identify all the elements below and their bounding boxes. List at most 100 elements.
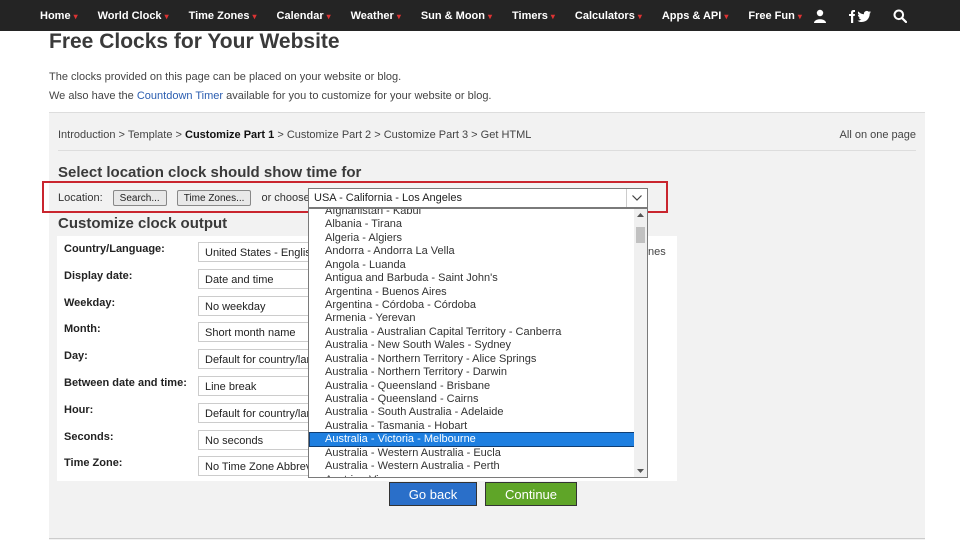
dropdown-option[interactable]: Australia - Tasmania - Hobart — [309, 420, 635, 433]
divider — [58, 150, 916, 151]
dropdown-option[interactable]: Australia - New South Wales - Sydney — [309, 339, 635, 352]
dropdown-option[interactable]: Australia - Queensland - Brisbane — [309, 380, 635, 393]
dropdown-option[interactable]: Australia - Northern Territory - Darwin — [309, 366, 635, 379]
location-heading: Select location clock should show time f… — [58, 164, 362, 181]
breadcrumb-item: Customize Part 1 — [185, 129, 275, 141]
field-select[interactable]: Date and time — [198, 268, 310, 289]
nav-item-label: Calculators — [574, 9, 635, 22]
scroll-thumb[interactable] — [636, 227, 645, 243]
dropdown-option[interactable]: Albania - Tirana — [309, 218, 635, 231]
caret-down-icon: ▾ — [326, 11, 331, 21]
nav-item-timers[interactable]: Timers ▾ — [512, 10, 555, 22]
intro-pre: We also have the — [49, 90, 137, 102]
caret-down-icon: ▾ — [164, 11, 169, 21]
nav-item-home[interactable]: Home ▾ — [40, 10, 78, 22]
nav-item-time-zones[interactable]: Time Zones ▾ — [189, 10, 257, 22]
field-label: Day: — [64, 350, 88, 363]
facebook-twitter-icon[interactable] — [840, 0, 880, 31]
nav-item-world-clock[interactable]: World Clock ▾ — [98, 10, 169, 22]
countdown-timer-link[interactable]: Countdown Timer — [137, 90, 223, 102]
nav-item-free-fun[interactable]: Free Fun ▾ — [748, 10, 801, 22]
field-label: Hour: — [64, 403, 94, 416]
field-label: Month: — [64, 323, 101, 336]
caret-down-icon: ▾ — [396, 11, 401, 21]
breadcrumb-separator: > — [274, 129, 287, 141]
breadcrumb-separator: > — [371, 129, 384, 141]
scroll-up-arrow-icon[interactable] — [634, 209, 647, 221]
nav-item-label: Apps & API — [661, 9, 722, 22]
nav-item-label: Sun & Moon — [420, 9, 485, 22]
nav-item-calculators[interactable]: Calculators ▾ — [575, 10, 642, 22]
intro-text-2: We also have the Countdown Timer availab… — [49, 90, 492, 102]
continue-button[interactable]: Continue — [485, 482, 577, 506]
field-select[interactable]: Default for country/language — [198, 402, 310, 423]
dropdown-option[interactable]: Australia - Northern Territory - Alice S… — [309, 353, 635, 366]
search-icon[interactable] — [880, 0, 920, 31]
nav-item-sun-moon[interactable]: Sun & Moon ▾ — [421, 10, 492, 22]
nav-item-label: Calendar — [276, 9, 324, 22]
breadcrumb-item[interactable]: Customize Part 2 — [287, 129, 371, 141]
dropdown-option[interactable]: Armenia - Yerevan — [309, 312, 635, 325]
dropdown-option[interactable]: Australia - Australian Capital Territory… — [309, 326, 635, 339]
dropdown-option[interactable]: Afghanistan - Kabul — [309, 209, 635, 218]
nav-item-label: World Clock — [97, 9, 162, 22]
field-select[interactable]: No Time Zone Abbreviation — [198, 456, 310, 477]
divider-bottom — [49, 538, 925, 539]
dropdown-option[interactable]: Austria - Vienna — [309, 474, 635, 477]
breadcrumb-item[interactable]: Introduction — [58, 129, 115, 141]
nav-item-label: Free Fun — [748, 9, 795, 22]
location-dropdown-list[interactable]: Afghanistan - Kabul Albania - Tirana Alger… — [308, 208, 648, 478]
field-select[interactable]: Short month name — [198, 322, 310, 343]
breadcrumb-separator: > — [172, 129, 186, 141]
intro-text: The clocks provided on this page can be … — [49, 71, 402, 83]
field-label: Display date: — [64, 269, 133, 282]
nav-item-weather[interactable]: Weather ▾ — [351, 10, 401, 22]
dropdown-option[interactable]: Australia - South Australia - Adelaide — [309, 406, 635, 419]
nav-item-apps-api[interactable]: Apps & API ▾ — [662, 10, 729, 22]
breadcrumb-separator: > — [468, 129, 481, 141]
scrollbar[interactable] — [634, 209, 647, 477]
nav-item-label: Timers — [512, 9, 548, 22]
dropdown-option[interactable]: Australia - Western Australia - Perth — [309, 460, 635, 473]
breadcrumb-item[interactable]: Get HTML — [481, 129, 532, 141]
field-select[interactable]: No weekday — [198, 295, 310, 316]
customize-heading: Customize clock output — [58, 215, 228, 232]
field-select[interactable]: Line break — [198, 376, 310, 396]
nav-item-label: Time Zones — [188, 9, 250, 22]
all-on-one-page-link[interactable]: All on one page — [840, 129, 916, 141]
nav-item-label: Home — [40, 9, 71, 22]
caret-down-icon: ▾ — [73, 11, 78, 21]
go-back-button[interactable]: Go back — [389, 482, 477, 506]
field-label: Country/Language: — [64, 243, 165, 255]
field-label: Weekday: — [64, 296, 116, 309]
nav-menu: Home ▾ World Clock ▾ Time Zones ▾ Calendar ▾ Wea… — [40, 0, 822, 31]
top-nav: Home ▾ World Clock ▾ Time Zones ▾ Calendar ▾ Wea… — [0, 0, 960, 31]
dropdown-option[interactable]: Australia - Queensland - Cairns — [309, 393, 635, 406]
page-title: Free Clocks for Your Website — [49, 30, 340, 53]
field-label: Between date and time: — [64, 377, 187, 389]
field-select[interactable]: United States - English — [198, 242, 310, 262]
dropdown-option[interactable]: Andorra - Andorra La Vella — [309, 245, 635, 258]
scroll-down-arrow-icon[interactable] — [634, 465, 647, 477]
dropdown-option[interactable]: Australia - Victoria - Melbourne — [309, 432, 635, 448]
caret-down-icon: ▾ — [550, 11, 555, 21]
breadcrumb-separator: > — [115, 129, 128, 141]
field-select[interactable]: Default for country/language — [198, 349, 310, 370]
field-label: Seconds: — [64, 430, 114, 443]
caret-down-icon: ▾ — [488, 11, 493, 21]
intro-post: available for you to customize for your … — [223, 90, 492, 102]
dropdown-option[interactable]: Algeria - Algiers — [309, 232, 635, 245]
breadcrumb-item[interactable]: Template — [128, 129, 173, 141]
nav-item-calendar[interactable]: Calendar ▾ — [277, 10, 331, 22]
field-select[interactable]: No seconds — [198, 429, 310, 450]
dropdown-option[interactable]: Australia - Western Australia - Eucla — [309, 447, 635, 460]
breadcrumb-item[interactable]: Customize Part 3 — [384, 129, 468, 141]
dropdown-option[interactable]: Argentina - Córdoba - Córdoba — [309, 299, 635, 312]
nav-icons — [800, 0, 920, 31]
dropdown-option[interactable]: Angola - Luanda — [309, 259, 635, 272]
caret-down-icon: ▾ — [637, 11, 642, 21]
user-icon[interactable] — [800, 0, 840, 31]
dropdown-option[interactable]: Antigua and Barbuda - Saint John's — [309, 272, 635, 285]
nav-item-label: Weather — [350, 9, 394, 22]
dropdown-option[interactable]: Argentina - Buenos Aires — [309, 286, 635, 299]
